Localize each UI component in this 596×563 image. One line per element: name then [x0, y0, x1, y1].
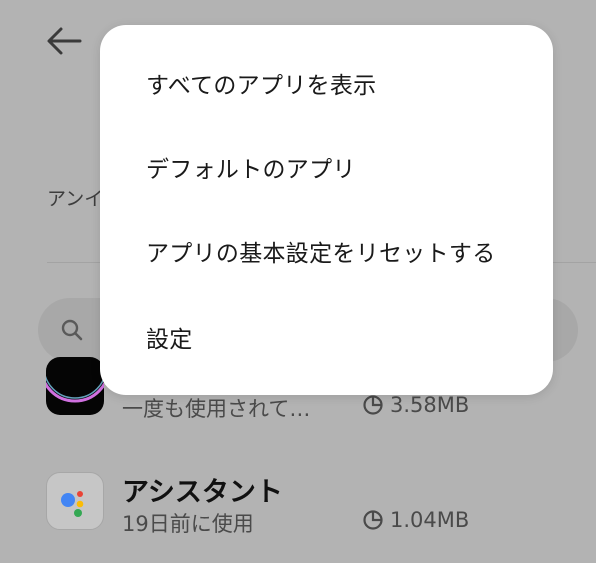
app-size: 3.58MB: [362, 393, 469, 417]
app-size-value: 3.58MB: [390, 393, 470, 417]
menu-item-show-all-apps[interactable]: すべてのアプリを表示: [100, 41, 553, 125]
menu-item-reset-app-preferences[interactable]: アプリの基本設定をリセットする: [100, 209, 553, 293]
back-arrow-icon[interactable]: [44, 24, 84, 58]
overflow-menu: すべてのアプリを表示 デフォルトのアプリ アプリの基本設定をリセットする 設定: [100, 25, 553, 395]
storage-pie-icon: [363, 510, 383, 530]
app-size: 1.04MB: [362, 508, 469, 532]
app-list-item[interactable]: アシスタント 19日前に使用 1.04MB: [0, 470, 596, 550]
storage-pie-icon: [363, 395, 383, 415]
app-usage-text: 一度も使用されて…: [122, 397, 311, 421]
filter-label[interactable]: アンイ: [47, 184, 103, 211]
app-name: アシスタント: [122, 477, 283, 508]
search-icon[interactable]: [60, 318, 84, 342]
app-usage-text: 19日前に使用: [122, 512, 254, 536]
menu-item-default-apps[interactable]: デフォルトのアプリ: [100, 125, 553, 209]
google-assistant-icon: [46, 472, 104, 530]
dark-app-icon: [46, 357, 104, 415]
menu-item-settings[interactable]: 設定: [100, 295, 553, 379]
app-size-value: 1.04MB: [390, 508, 470, 532]
app-settings-screen: アンイ 一度も使用されて… 3.58MB アシスタント 19日前に使用 1.04…: [0, 0, 596, 563]
